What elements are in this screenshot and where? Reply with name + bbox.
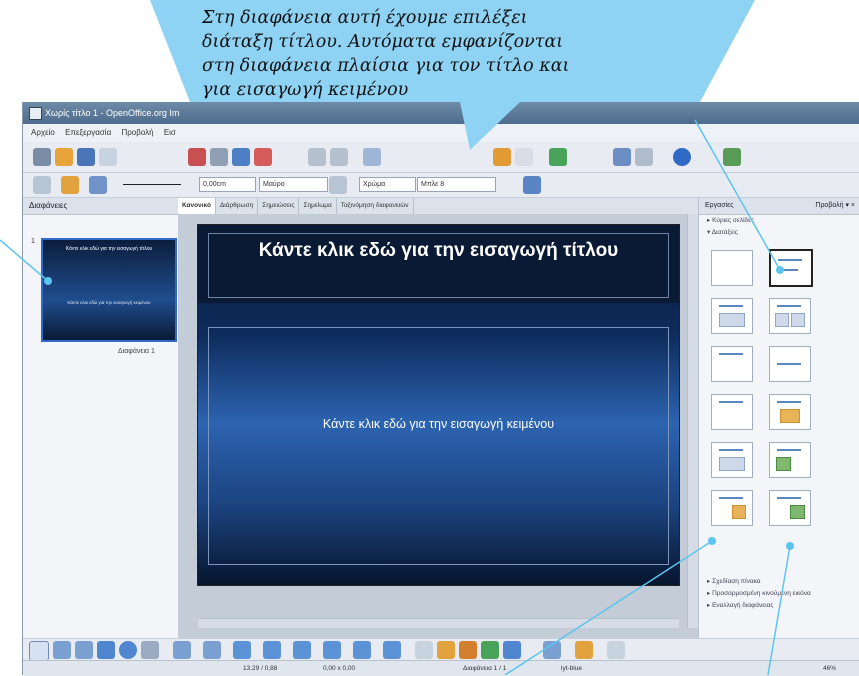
leader-dot-clipart-layout bbox=[786, 542, 794, 550]
annotation-text: Στη διαφάνεια αυτή έχουμε επιλέξει διάτα… bbox=[202, 6, 682, 102]
leader-dot-chart-layout bbox=[708, 537, 716, 545]
leader-line-chart-layout bbox=[504, 540, 713, 675]
annotation-line: διάταξη τίτλου. Αυτόματα εμφανίζονται bbox=[202, 32, 564, 52]
leader-line-thumbnail bbox=[0, 239, 49, 282]
leader-dot-thumbnail bbox=[44, 277, 52, 285]
leader-line-layout bbox=[694, 119, 781, 271]
annotation-line: Στη διαφάνεια αυτή έχουμε επιλέξει bbox=[202, 8, 528, 28]
leader-line-clipart-layout bbox=[767, 545, 791, 675]
annotation-line: στη διαφάνεια πλαίσια για τον τίτλο και bbox=[202, 56, 570, 76]
annotation-line: για εισαγωγή κειμένου bbox=[202, 80, 409, 100]
leader-dot-layout bbox=[776, 266, 784, 274]
